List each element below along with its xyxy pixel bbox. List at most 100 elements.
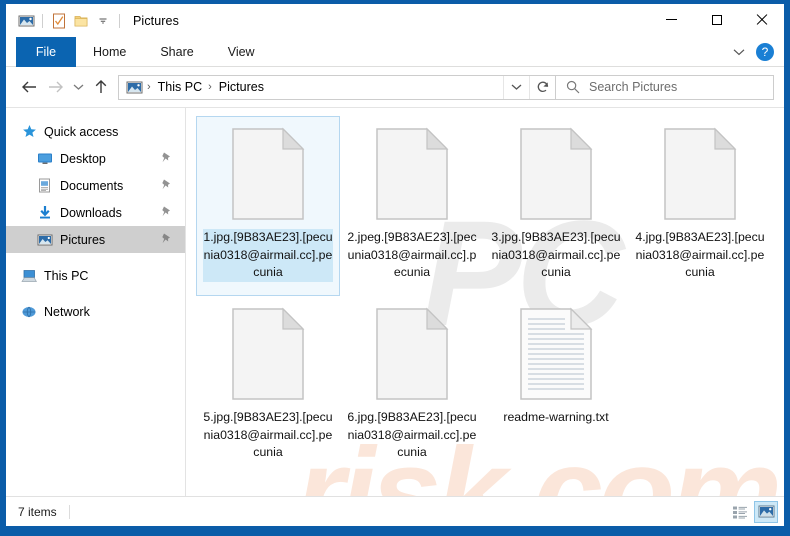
toolbar-divider <box>42 13 43 28</box>
help-button[interactable]: ? <box>756 43 774 61</box>
maximize-button[interactable] <box>694 4 739 35</box>
up-button[interactable] <box>88 74 114 100</box>
sidebar-item-documents[interactable]: Documents <box>6 172 185 199</box>
sidebar-item-this-pc[interactable]: This PC <box>6 262 185 289</box>
network-icon <box>20 304 38 320</box>
minimize-icon <box>666 19 677 20</box>
large-icons-view-button[interactable] <box>754 500 778 523</box>
tab-file[interactable]: File <box>16 37 76 67</box>
tab-home[interactable]: Home <box>76 37 143 67</box>
sidebar-gap-1 <box>6 253 185 262</box>
breadcrumb-pictures[interactable]: Pictures <box>217 80 266 94</box>
sidebar-item-desktop[interactable]: Desktop <box>6 145 185 172</box>
navigation-pane: Quick access Desktop Documents Downloads… <box>6 108 186 496</box>
file-tile-5[interactable]: 5.jpg.[9B83AE23].[pecunia0318@airmail.cc… <box>196 296 340 476</box>
file-name-1: 1.jpg.[9B83AE23].[pecunia0318@airmail.cc… <box>203 229 333 282</box>
sidebar-gap-2 <box>6 289 185 298</box>
pin-icon[interactable] <box>161 151 172 166</box>
pictures-icon <box>36 232 54 248</box>
item-count: 7 items <box>18 504 57 519</box>
customize-chevron-icon[interactable] <box>92 10 114 32</box>
ribbon-right-controls: ? <box>728 37 778 67</box>
breadcrumb-this-pc[interactable]: This PC <box>156 80 204 94</box>
search-box[interactable]: Search Pictures <box>556 74 774 100</box>
documents-icon <box>36 178 54 194</box>
file-name-4: 4.jpg.[9B83AE23].[pecunia0318@airmail.cc… <box>635 230 765 279</box>
breadcrumb-separator-1: › <box>208 81 212 93</box>
window-controls <box>649 4 784 35</box>
address-field[interactable]: › This PC › Pictures <box>118 74 556 100</box>
title-bar: Pictures <box>6 4 784 37</box>
sidebar-item-network[interactable]: Network <box>6 298 185 325</box>
file-tile-1[interactable]: 1.jpg.[9B83AE23].[pecunia0318@airmail.cc… <box>196 116 340 296</box>
file-tile-6[interactable]: 6.jpg.[9B83AE23].[pecunia0318@airmail.cc… <box>340 296 484 476</box>
location-picture-icon <box>126 81 143 93</box>
back-button[interactable] <box>16 74 42 100</box>
file-tile-3[interactable]: 3.jpg.[9B83AE23].[pecunia0318@airmail.cc… <box>484 116 628 296</box>
pin-icon[interactable] <box>161 178 172 193</box>
properties-icon[interactable] <box>48 10 70 32</box>
sidebar-label-desktop: Desktop <box>60 151 106 166</box>
sidebar-label-network: Network <box>44 304 90 319</box>
address-dropdown-button[interactable] <box>503 75 529 99</box>
breadcrumb-separator-0: › <box>147 81 151 93</box>
file-name-2: 2.jpeg.[9B83AE23].[pecunia0318@airmail.c… <box>347 230 477 279</box>
sidebar-label-documents: Documents <box>60 178 124 193</box>
recent-locations-button[interactable] <box>68 74 88 100</box>
blank-file-icon <box>375 123 449 227</box>
file-tile-2[interactable]: 2.jpeg.[9B83AE23].[pecunia0318@airmail.c… <box>340 116 484 296</box>
explorer-body: Quick access Desktop Documents Downloads… <box>6 107 784 496</box>
maximize-icon <box>711 14 722 25</box>
sidebar-item-pictures[interactable]: Pictures <box>6 226 185 253</box>
status-divider <box>68 504 70 519</box>
tab-view[interactable]: View <box>211 37 272 67</box>
star-icon <box>20 124 38 140</box>
ribbon-tabs: File Home Share View ? <box>6 37 784 67</box>
forward-button[interactable] <box>42 74 68 100</box>
explorer-window: Pictures File Home Share View ? › This P… <box>0 0 790 536</box>
search-icon <box>566 80 580 94</box>
window-frame: Pictures File Home Share View ? › This P… <box>6 4 784 526</box>
view-toggle-group <box>728 500 778 523</box>
toolbar-divider-2 <box>119 13 120 28</box>
search-input[interactable]: Search Pictures <box>589 80 677 94</box>
text-file-icon <box>519 303 593 407</box>
sidebar-label-downloads: Downloads <box>60 205 122 220</box>
file-list-pane[interactable]: PC risk.com 1.jpg.[9B83AE23].[pecunia031… <box>186 108 784 496</box>
refresh-button[interactable] <box>529 75 555 99</box>
quick-access-toolbar: Pictures <box>6 10 179 32</box>
file-tile-7[interactable]: readme-warning.txt <box>484 296 628 476</box>
desktop-icon <box>36 151 54 167</box>
minimize-button[interactable] <box>649 4 694 35</box>
window-title: Pictures <box>133 13 179 28</box>
pin-icon[interactable] <box>161 205 172 220</box>
details-view-button[interactable] <box>728 501 752 523</box>
file-name-7: readme-warning.txt <box>503 410 609 424</box>
downloads-icon <box>36 205 54 221</box>
breadcrumb: › This PC › Pictures <box>143 80 266 94</box>
blank-file-icon <box>375 303 449 407</box>
blank-file-icon <box>519 123 593 227</box>
sidebar-label-quick-access: Quick access <box>44 124 119 139</box>
picture-folder-icon[interactable] <box>15 10 37 32</box>
file-tile-4[interactable]: 4.jpg.[9B83AE23].[pecunia0318@airmail.cc… <box>628 116 772 296</box>
new-folder-icon[interactable] <box>70 10 92 32</box>
status-bar: 7 items <box>6 496 784 526</box>
close-button[interactable] <box>739 4 784 35</box>
close-icon <box>756 14 768 26</box>
sidebar-label-this-pc: This PC <box>44 268 89 283</box>
sidebar-item-quick-access[interactable]: Quick access <box>6 118 185 145</box>
this-pc-icon <box>20 268 38 284</box>
blank-file-icon <box>663 123 737 227</box>
blank-file-icon <box>231 303 305 407</box>
file-name-6: 6.jpg.[9B83AE23].[pecunia0318@airmail.cc… <box>347 410 477 459</box>
tab-share[interactable]: Share <box>143 37 210 67</box>
blank-file-icon <box>231 123 305 227</box>
sidebar-label-pictures: Pictures <box>60 232 106 247</box>
file-name-5: 5.jpg.[9B83AE23].[pecunia0318@airmail.cc… <box>203 410 333 459</box>
sidebar-item-downloads[interactable]: Downloads <box>6 199 185 226</box>
chevron-down-icon[interactable] <box>728 41 750 63</box>
file-name-3: 3.jpg.[9B83AE23].[pecunia0318@airmail.cc… <box>491 230 621 279</box>
pin-icon[interactable] <box>161 232 172 247</box>
address-bar: › This PC › Pictures Search Pictures <box>6 67 784 107</box>
